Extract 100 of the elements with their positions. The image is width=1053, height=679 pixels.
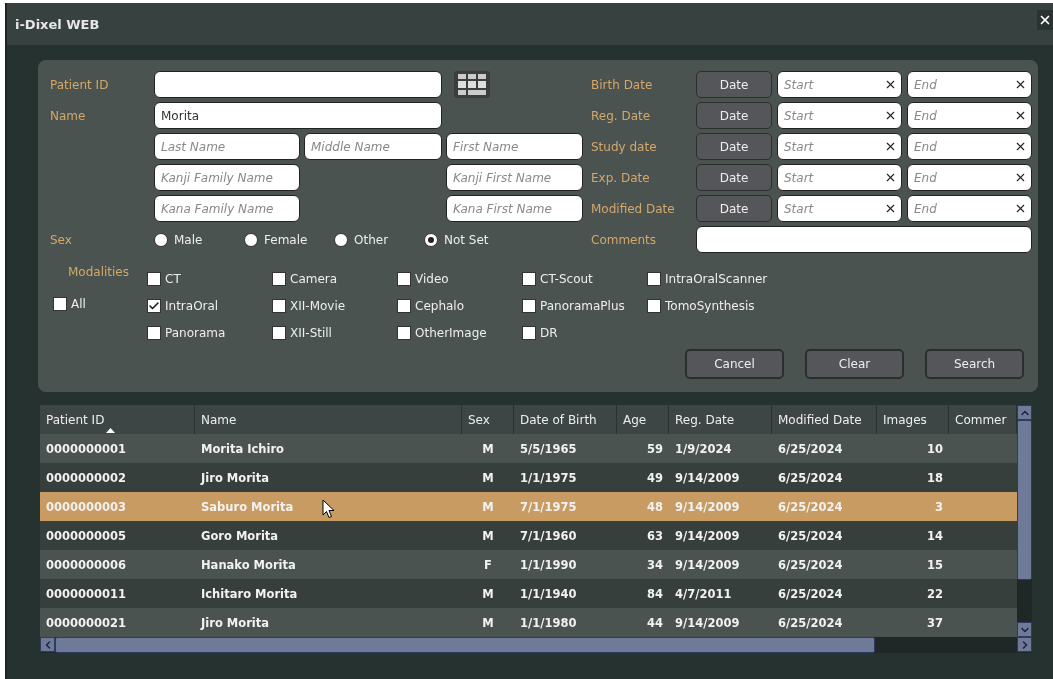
clear-icon[interactable] <box>1014 171 1027 184</box>
patient-id-field[interactable] <box>154 71 442 98</box>
checkbox[interactable] <box>272 298 286 313</box>
action-button[interactable]: Cancel <box>685 349 784 379</box>
table-cell[interactable]: 63 <box>617 521 669 550</box>
table-cell[interactable]: 59 <box>617 434 669 463</box>
table-cell[interactable]: 0000000001 <box>40 434 195 463</box>
table-cell[interactable]: 34 <box>617 550 669 579</box>
table-cell[interactable]: 6/25/2024 <box>772 434 877 463</box>
scroll-right-button[interactable] <box>1017 637 1032 652</box>
table-cell[interactable]: 15 <box>877 550 949 579</box>
clear-icon[interactable] <box>1014 202 1027 215</box>
checkbox[interactable] <box>522 271 536 286</box>
horizontal-scrollbar[interactable] <box>40 637 1032 653</box>
table-cell[interactable]: M <box>462 579 514 608</box>
kana-name-field[interactable]: Kana Family Name <box>154 195 300 222</box>
table-cell[interactable]: 6/25/2024 <box>772 521 877 550</box>
column-header[interactable]: Age <box>617 405 669 434</box>
table-cell[interactable]: 0000000021 <box>40 608 195 637</box>
table-cell[interactable]: M <box>462 521 514 550</box>
clear-icon[interactable] <box>884 109 897 122</box>
table-cell[interactable]: 5/5/1965 <box>514 434 617 463</box>
start-date-field[interactable]: Start <box>777 164 902 191</box>
start-date-field[interactable]: Start <box>777 195 902 222</box>
table-cell[interactable]: 44 <box>617 608 669 637</box>
clear-icon[interactable] <box>1014 78 1027 91</box>
radio-button[interactable] <box>424 232 438 247</box>
end-date-field[interactable]: End <box>907 133 1032 160</box>
table-cell[interactable] <box>949 550 1017 579</box>
action-button[interactable]: Search <box>925 349 1024 379</box>
checkbox[interactable] <box>397 271 411 286</box>
table-cell[interactable]: F <box>462 550 514 579</box>
clear-icon[interactable] <box>1014 109 1027 122</box>
table-cell[interactable] <box>949 579 1017 608</box>
table-cell[interactable]: 6/25/2024 <box>772 463 877 492</box>
table-cell[interactable]: 10 <box>877 434 949 463</box>
table-cell[interactable]: 0000000002 <box>40 463 195 492</box>
kana-name-field[interactable]: Kana First Name <box>446 195 583 222</box>
checkbox[interactable] <box>522 325 536 340</box>
column-header[interactable]: Sex <box>462 405 514 434</box>
column-header[interactable]: Commer <box>949 405 1017 434</box>
start-date-field[interactable]: Start <box>777 133 902 160</box>
clear-icon[interactable] <box>884 78 897 91</box>
date-button[interactable]: Date <box>696 133 772 160</box>
table-cell[interactable]: 9/14/2009 <box>669 608 772 637</box>
column-header[interactable]: Name <box>195 405 462 434</box>
radio-button[interactable] <box>334 232 348 247</box>
table-cell[interactable]: M <box>462 434 514 463</box>
table-cell[interactable] <box>949 608 1017 637</box>
name-part-field[interactable]: Middle Name <box>304 133 442 160</box>
checkbox[interactable] <box>647 298 661 313</box>
scrollbar-thumb[interactable] <box>1017 420 1032 580</box>
table-cell[interactable]: 6/25/2024 <box>772 608 877 637</box>
checkbox[interactable] <box>397 298 411 313</box>
table-cell[interactable]: 9/14/2009 <box>669 550 772 579</box>
start-date-field[interactable]: Start <box>777 102 902 129</box>
table-cell[interactable] <box>949 463 1017 492</box>
kanji-name-field[interactable]: Kanji Family Name <box>154 164 300 191</box>
checkbox[interactable] <box>522 298 536 313</box>
vertical-scrollbar[interactable] <box>1017 405 1032 637</box>
comments-field[interactable] <box>696 226 1032 253</box>
date-button[interactable]: Date <box>696 164 772 191</box>
table-cell[interactable]: Ichitaro Morita <box>195 579 462 608</box>
keypad-icon[interactable] <box>454 71 490 98</box>
table-cell[interactable]: 4/7/2011 <box>669 579 772 608</box>
table-cell[interactable]: 37 <box>877 608 949 637</box>
clear-icon[interactable] <box>884 140 897 153</box>
table-cell[interactable]: M <box>462 463 514 492</box>
table-cell[interactable]: 1/9/2024 <box>669 434 772 463</box>
radio-button[interactable] <box>154 232 168 247</box>
clear-icon[interactable] <box>884 171 897 184</box>
date-button[interactable]: Date <box>696 102 772 129</box>
table-cell[interactable]: 6/25/2024 <box>772 550 877 579</box>
checkbox[interactable] <box>272 271 286 286</box>
table-cell[interactable]: 1/1/1990 <box>514 550 617 579</box>
checkbox[interactable] <box>53 297 67 311</box>
action-button[interactable]: Clear <box>805 349 904 379</box>
scroll-up-button[interactable] <box>1017 405 1032 420</box>
table-cell[interactable]: 0000000006 <box>40 550 195 579</box>
checkbox[interactable] <box>147 325 161 340</box>
table-cell[interactable]: 7/1/1960 <box>514 521 617 550</box>
table-cell[interactable]: 1/1/1980 <box>514 608 617 637</box>
scroll-left-button[interactable] <box>40 637 55 652</box>
table-cell[interactable]: 9/14/2009 <box>669 521 772 550</box>
end-date-field[interactable]: End <box>907 71 1032 98</box>
column-header[interactable]: Modified Date <box>772 405 877 434</box>
table-cell[interactable] <box>949 492 1017 521</box>
end-date-field[interactable]: End <box>907 195 1032 222</box>
checkbox[interactable] <box>272 325 286 340</box>
name-field[interactable]: Morita <box>154 102 442 129</box>
checkbox[interactable] <box>397 325 411 340</box>
table-cell[interactable]: 1/1/1975 <box>514 463 617 492</box>
scroll-down-button[interactable] <box>1017 622 1032 637</box>
name-part-field[interactable]: First Name <box>446 133 583 160</box>
table-cell[interactable]: 14 <box>877 521 949 550</box>
table-cell[interactable]: Morita Ichiro <box>195 434 462 463</box>
table-cell[interactable]: M <box>462 608 514 637</box>
table-cell[interactable]: Goro Morita <box>195 521 462 550</box>
column-header[interactable]: Reg. Date <box>669 405 772 434</box>
kanji-name-field[interactable]: Kanji First Name <box>446 164 583 191</box>
